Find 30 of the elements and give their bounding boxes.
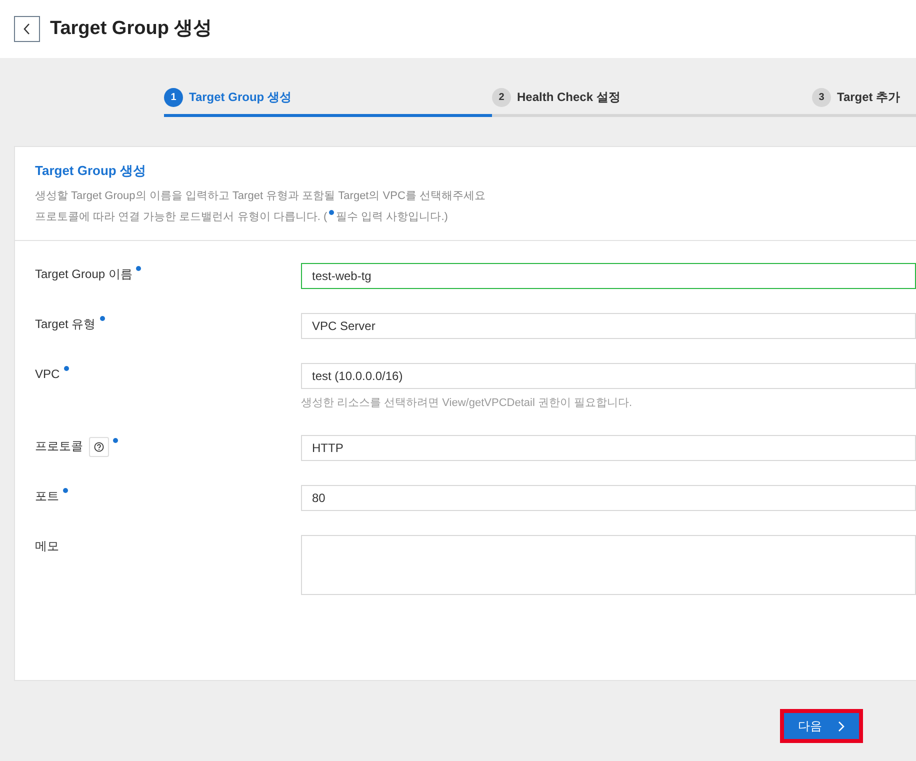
required-dot-icon: [329, 210, 334, 214]
help-icon[interactable]: [89, 437, 109, 457]
chevron-right-icon: [838, 720, 845, 732]
card-description: 생성할 Target Group의 이름을 입력하고 Target 유형과 포함될 Target의 VPC를 선택해주세요: [35, 188, 486, 204]
back-button[interactable]: [14, 16, 40, 42]
field-label: Target Group 이름: [35, 266, 132, 282]
field-label: 프로토콜: [35, 438, 83, 455]
field-label: Target 유형: [35, 316, 96, 332]
step-number: 2: [492, 88, 511, 107]
select-field[interactable]: VPC Server: [301, 312, 916, 338]
page-title: Target Group 생성: [50, 18, 212, 40]
step-number: 3: [812, 88, 831, 107]
step-tab[interactable]: 1 Target Group 생성: [164, 88, 492, 117]
card-note: 프로토콜에 따라 연결 가능한 로드밸런서 유형이 다릅니다. (: [35, 210, 328, 222]
step-tab[interactable]: 3 Target 추가: [812, 88, 916, 117]
step-number: 1: [164, 88, 183, 107]
next-button[interactable]: 다음: [784, 713, 859, 739]
field-label: 메모: [35, 538, 59, 555]
input-field[interactable]: 80: [301, 485, 916, 511]
step-tab[interactable]: 2 Health Check 설정: [492, 88, 812, 117]
input-field[interactable]: test-web-tg: [301, 262, 916, 288]
card-title: Target Group 생성: [35, 162, 147, 180]
field-hint: 생성한 리소스를 선택하려면 View/getVPCDetail 권한이 필요합니다.: [301, 396, 634, 410]
memo-field[interactable]: [301, 535, 916, 595]
select-field[interactable]: test (10.0.0.0/16): [301, 362, 916, 388]
field-label: 포트: [35, 488, 59, 505]
select-field[interactable]: HTTP: [301, 435, 916, 461]
field-label: VPC: [35, 366, 60, 382]
back-icon: [23, 23, 31, 35]
card-note: 필수 입력 사항입니다.): [336, 210, 448, 222]
